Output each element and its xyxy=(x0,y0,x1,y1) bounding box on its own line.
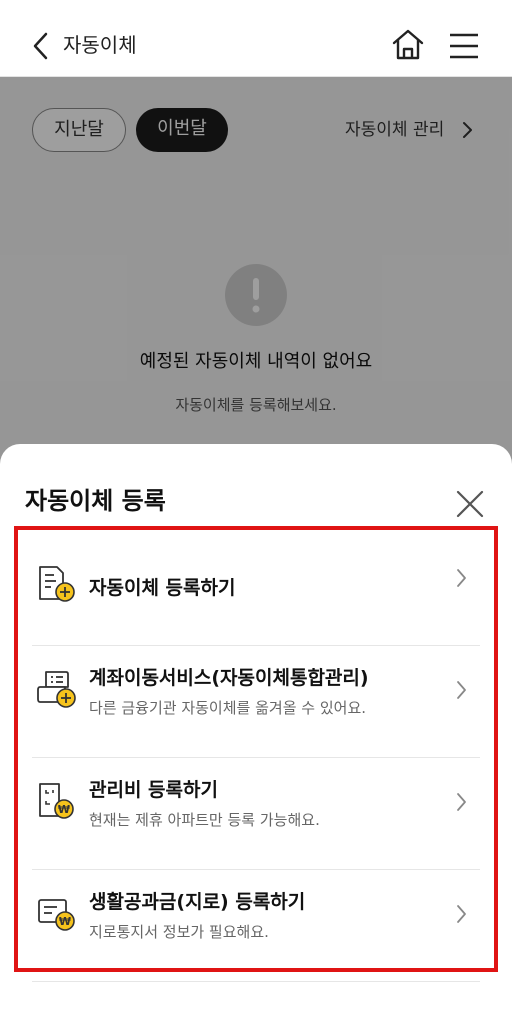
home-icon[interactable] xyxy=(391,28,425,62)
chevron-left-icon[interactable] xyxy=(30,30,52,62)
hamburger-menu-icon[interactable] xyxy=(447,31,481,61)
page-title: 자동이체 xyxy=(63,33,137,57)
bottom-sheet: 자동이체 등록 자동이체 등록하기 계좌이동서비스(자동이체통합관리) 다른 금… xyxy=(0,444,512,1024)
sheet-title: 자동이체 등록 xyxy=(25,487,166,515)
app-header: 자동이체 xyxy=(0,0,512,77)
highlight-box xyxy=(14,526,498,972)
close-icon[interactable] xyxy=(455,489,485,519)
